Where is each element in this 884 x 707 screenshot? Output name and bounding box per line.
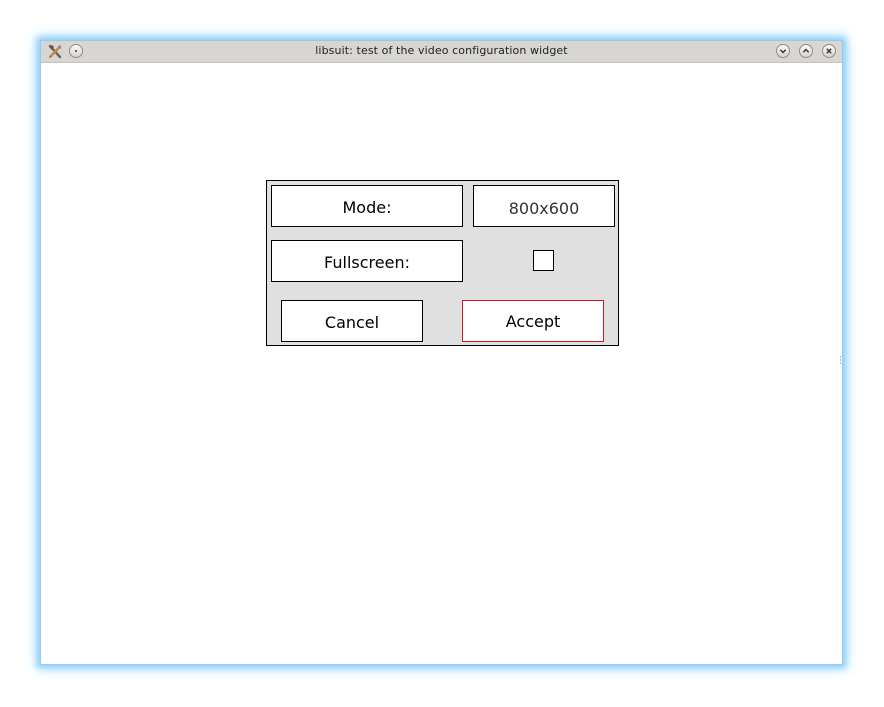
close-icon[interactable] [822,44,836,58]
title-bar[interactable]: libsuit: test of the video configuration… [41,41,842,63]
mode-label: Mode: [271,185,463,227]
accept-button[interactable]: Accept [462,300,604,342]
window-title: libsuit: test of the video configuration… [315,44,568,57]
minimize-icon[interactable] [776,44,790,58]
video-config-dialog: Mode: 800x600 Fullscreen: Cancel Accept [266,180,619,346]
mode-value-selector[interactable]: 800x600 [473,185,615,227]
fullscreen-checkbox[interactable] [533,250,554,271]
maximize-icon[interactable] [799,44,813,58]
fullscreen-label: Fullscreen: [271,240,463,282]
cancel-button[interactable]: Cancel [281,300,423,342]
resize-grip-icon[interactable] [839,350,842,364]
app-window: libsuit: test of the video configuration… [40,40,843,665]
